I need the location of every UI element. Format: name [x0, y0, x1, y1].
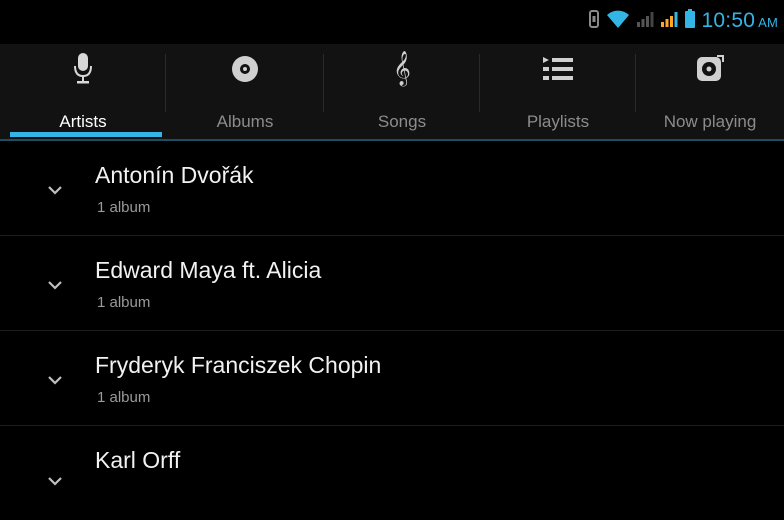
artist-name: Fryderyk Franciszek Chopin	[95, 352, 382, 378]
tab-label-songs: Songs	[377, 112, 427, 131]
tab-label-now-playing: Now playing	[663, 112, 757, 131]
wifi-icon	[606, 9, 630, 34]
tab-playlists[interactable]: Playlists	[480, 44, 636, 140]
signal-icon	[636, 10, 654, 33]
album-count: 1 album	[97, 389, 151, 406]
list-item[interactable]: Fryderyk Franciszek Chopin 1 album	[0, 331, 784, 426]
clock-ampm: AM	[758, 15, 778, 30]
artist-name: Edward Maya ft. Alicia	[95, 257, 322, 283]
signal-icon	[660, 10, 678, 33]
active-tab-indicator	[10, 132, 162, 137]
status-bar: 10:50 AM	[0, 0, 784, 40]
chevron-down-icon[interactable]	[48, 280, 62, 290]
album-count: 1 album	[97, 294, 151, 311]
tab-songs[interactable]: 𝄞 Songs	[324, 44, 480, 140]
battery-icon	[684, 8, 696, 34]
tab-albums[interactable]: Albums	[166, 44, 324, 140]
artist-name: Karl Orff	[95, 447, 181, 473]
vibrate-icon	[588, 9, 600, 33]
tab-bar: Artists Albums 𝄞 Songs Playlists Now pla…	[0, 44, 784, 140]
tab-label-playlists: Playlists	[526, 112, 590, 131]
tab-label-albums: Albums	[216, 112, 274, 131]
chevron-down-icon[interactable]	[48, 476, 62, 486]
chevron-down-icon[interactable]	[48, 185, 62, 195]
status-clock: 10:50 AM	[702, 9, 778, 33]
list-item[interactable]: Antonín Dvořák 1 album	[0, 141, 784, 236]
list-item[interactable]: Edward Maya ft. Alicia 1 album	[0, 236, 784, 331]
clock-time: 10:50	[701, 9, 756, 32]
artist-list: Antonín Dvořák 1 album Edward Maya ft. A…	[0, 141, 784, 520]
tab-artists[interactable]: Artists	[0, 44, 166, 140]
status-icons: 10:50 AM	[582, 8, 778, 34]
microphone-icon	[72, 50, 94, 88]
tab-label-artists: Artists	[59, 112, 107, 131]
now-playing-icon	[695, 50, 725, 88]
tab-now-playing[interactable]: Now playing	[636, 44, 784, 140]
list-item[interactable]: Karl Orff	[0, 426, 784, 520]
artist-name: Antonín Dvořák	[95, 162, 254, 188]
playlist-icon	[543, 50, 573, 88]
chevron-down-icon[interactable]	[48, 375, 62, 385]
album-icon	[231, 50, 259, 88]
album-count: 1 album	[97, 199, 151, 216]
treble-clef-icon: 𝄞	[393, 51, 411, 86]
